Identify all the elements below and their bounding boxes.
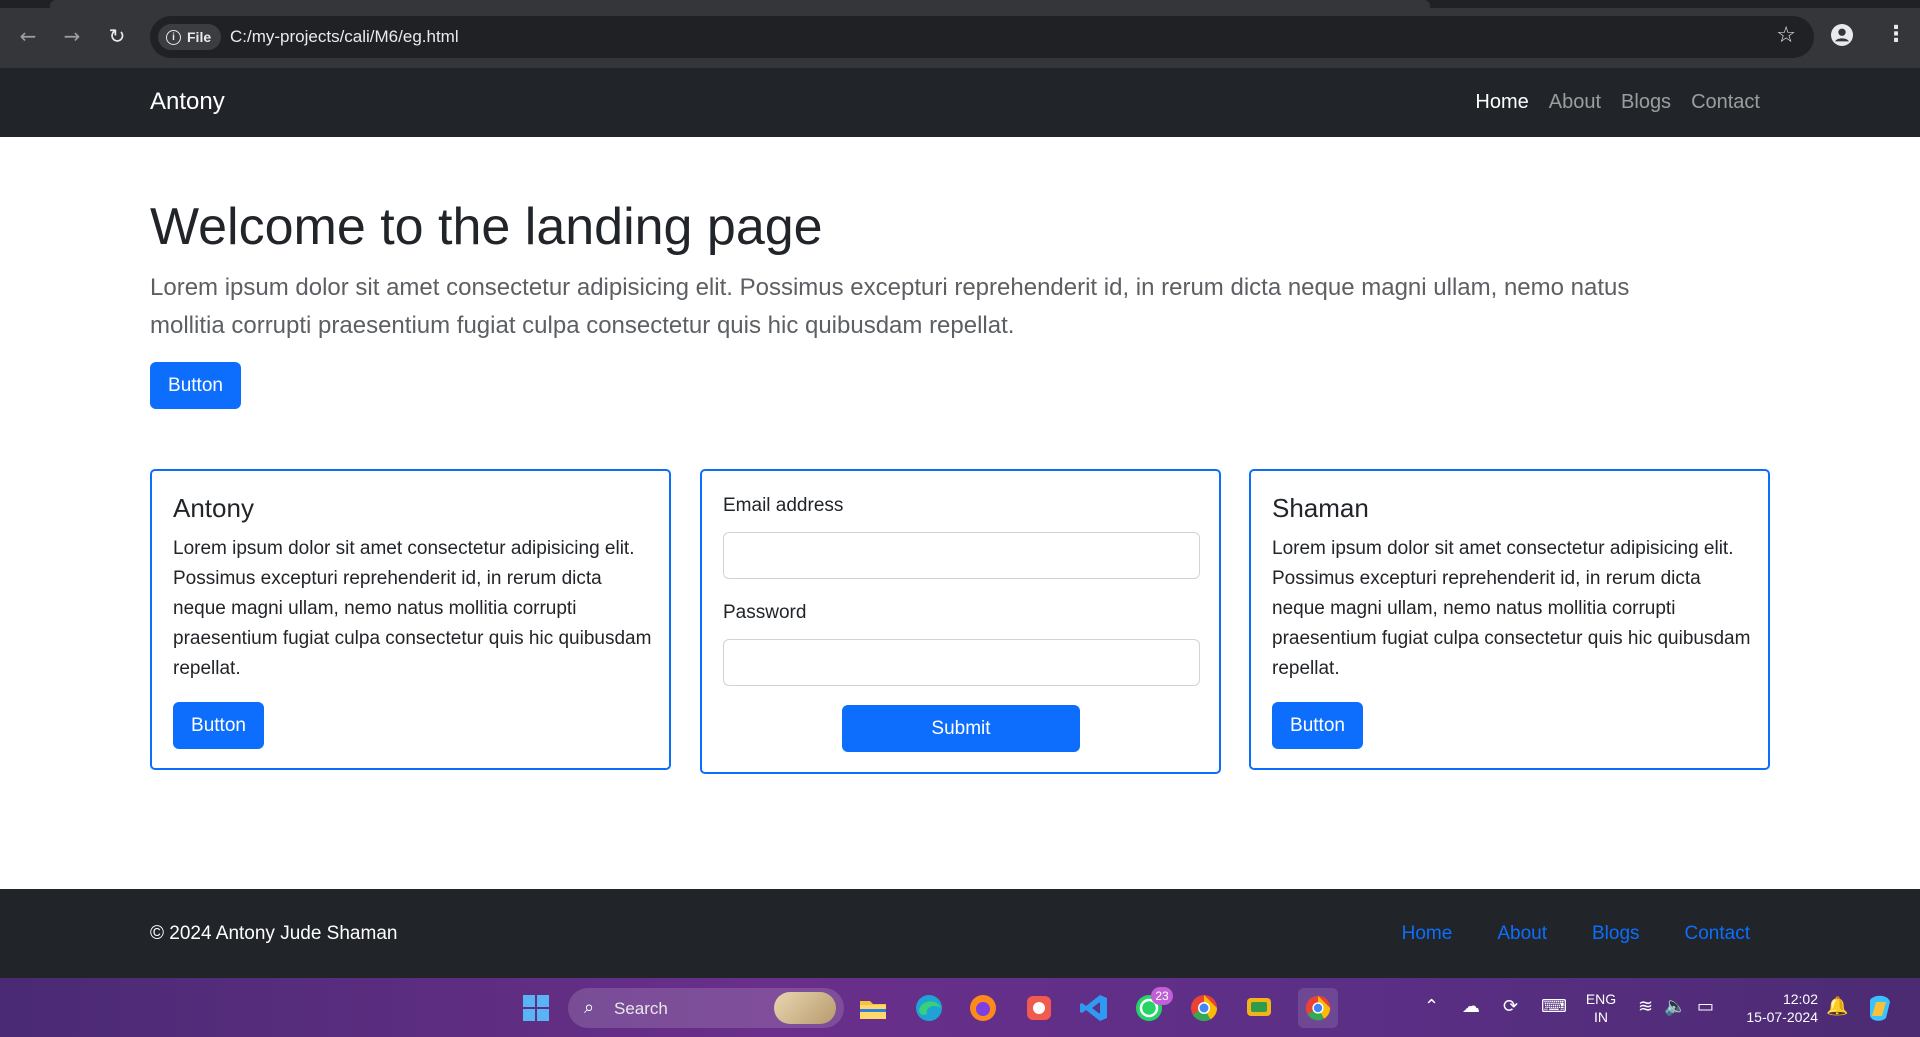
browser-toolbar: ← → ↻ i File C:/my-projects/cali/M6/eg.h… [0,0,1920,68]
file-explorer-icon[interactable] [857,992,889,1024]
region-code: IN [1594,1009,1608,1025]
login-form-card: Email address Password Submit [700,469,1221,774]
bookmark-star-icon[interactable]: ☆ [1776,23,1796,48]
card-shaman-button[interactable]: Button [1272,702,1363,749]
url-text[interactable]: C:/my-projects/cali/M6/eg.html [230,27,459,47]
edge-browser-icon[interactable] [913,992,945,1024]
hero-button[interactable]: Button [150,362,241,409]
password-label: Password [723,602,807,623]
hero-lead-text: Lorem ipsum dolor sit amet consectetur a… [150,274,1630,339]
language-code: ENG [1585,991,1617,1007]
clock-time: 12:02 [1782,991,1818,1007]
search-icon: ⌕ [584,997,595,1018]
site-footer: © 2024 Antony Jude Shaman Home About Blo… [0,889,1920,978]
email-field[interactable] [723,532,1200,579]
chrome-icon[interactable] [1188,992,1220,1024]
taskbar: ⌕ Search 23 ⌃ ☁ ⟳ ⌨ ENG IN ≋ 🔈 ▭ 12:02 1… [0,978,1920,1037]
page-title: Welcome to the landing page [150,198,823,256]
card-antony-button[interactable]: Button [173,702,264,749]
clock-date: 15-07-2024 [1746,1009,1818,1025]
card-text: Lorem ipsum dolor sit amet consectetur a… [1272,538,1751,679]
site-info-label: File [187,29,212,45]
clock[interactable]: 12:02 15-07-2024 [1728,990,1818,1026]
chrome-active-icon[interactable] [1298,988,1338,1028]
search-label: Search [614,999,668,1018]
site-navbar: Antony Home About Blogs Contact [0,68,1920,137]
footer-link-contact[interactable]: Contact [1685,923,1750,945]
email-label: Email address [723,495,844,516]
wifi-icon[interactable]: ≋ [1638,996,1653,1017]
firefox-icon[interactable] [967,992,999,1024]
card-antony: Antony Lorem ipsum dolor sit amet consec… [150,469,671,770]
volume-icon[interactable]: 🔈 [1664,996,1686,1017]
footer-link-blogs[interactable]: Blogs [1592,923,1640,945]
footer-link-about[interactable]: About [1497,923,1547,945]
git-tool-icon[interactable] [1023,992,1055,1024]
tab-strip [0,0,1920,8]
active-tab[interactable] [50,0,1430,8]
sync-icon[interactable]: ⟳ [1503,996,1518,1017]
submit-button[interactable]: Submit [842,705,1080,752]
back-icon[interactable]: ← [14,22,42,50]
search-highlight-image [774,992,836,1024]
nav-link-home[interactable]: Home [1475,91,1528,114]
footer-link-home[interactable]: Home [1402,923,1453,945]
footer-copyright: © 2024 Antony Jude Shaman [150,923,398,944]
whatsapp-badge: 23 [1151,987,1173,1005]
notification-bell-icon[interactable]: 🔔 [1826,996,1848,1017]
taskbar-search-input[interactable]: ⌕ Search [568,988,844,1028]
copilot-icon[interactable] [1864,992,1896,1024]
whatsapp-icon[interactable]: 23 [1133,987,1173,1024]
navbar-links: Home About Blogs Contact [1475,91,1760,114]
navbar-brand[interactable]: Antony [150,88,225,116]
reload-icon[interactable]: ↻ [103,22,131,50]
card-shaman: Shaman Lorem ipsum dolor sit amet consec… [1249,469,1770,770]
card-title: Antony [173,493,254,523]
browser-menu-icon[interactable]: ⋮ [1885,22,1907,47]
onedrive-cloud-icon[interactable]: ☁ [1462,996,1480,1017]
nav-link-blogs[interactable]: Blogs [1621,91,1671,114]
keyboard-icon[interactable]: ⌨ [1541,996,1567,1017]
info-icon: i [166,29,181,45]
chevron-up-icon[interactable]: ⌃ [1424,996,1439,1017]
vscode-icon[interactable] [1078,992,1110,1024]
chat-app-icon[interactable] [1243,992,1275,1024]
password-field[interactable] [723,639,1200,686]
card-text: Lorem ipsum dolor sit amet consectetur a… [173,538,652,679]
nav-link-about[interactable]: About [1549,91,1601,114]
language-indicator[interactable]: ENG IN [1578,990,1624,1026]
footer-links: Home About Blogs Contact [1402,923,1750,945]
site-info-chip[interactable]: i File [158,24,222,50]
windows-start-icon[interactable] [520,992,552,1024]
nav-link-contact[interactable]: Contact [1691,91,1760,114]
battery-icon[interactable]: ▭ [1697,996,1714,1017]
forward-icon[interactable]: → [58,22,86,50]
profile-icon[interactable] [1831,24,1853,46]
address-bar[interactable]: i File C:/my-projects/cali/M6/eg.html ☆ [150,16,1814,58]
card-title: Shaman [1272,493,1369,523]
